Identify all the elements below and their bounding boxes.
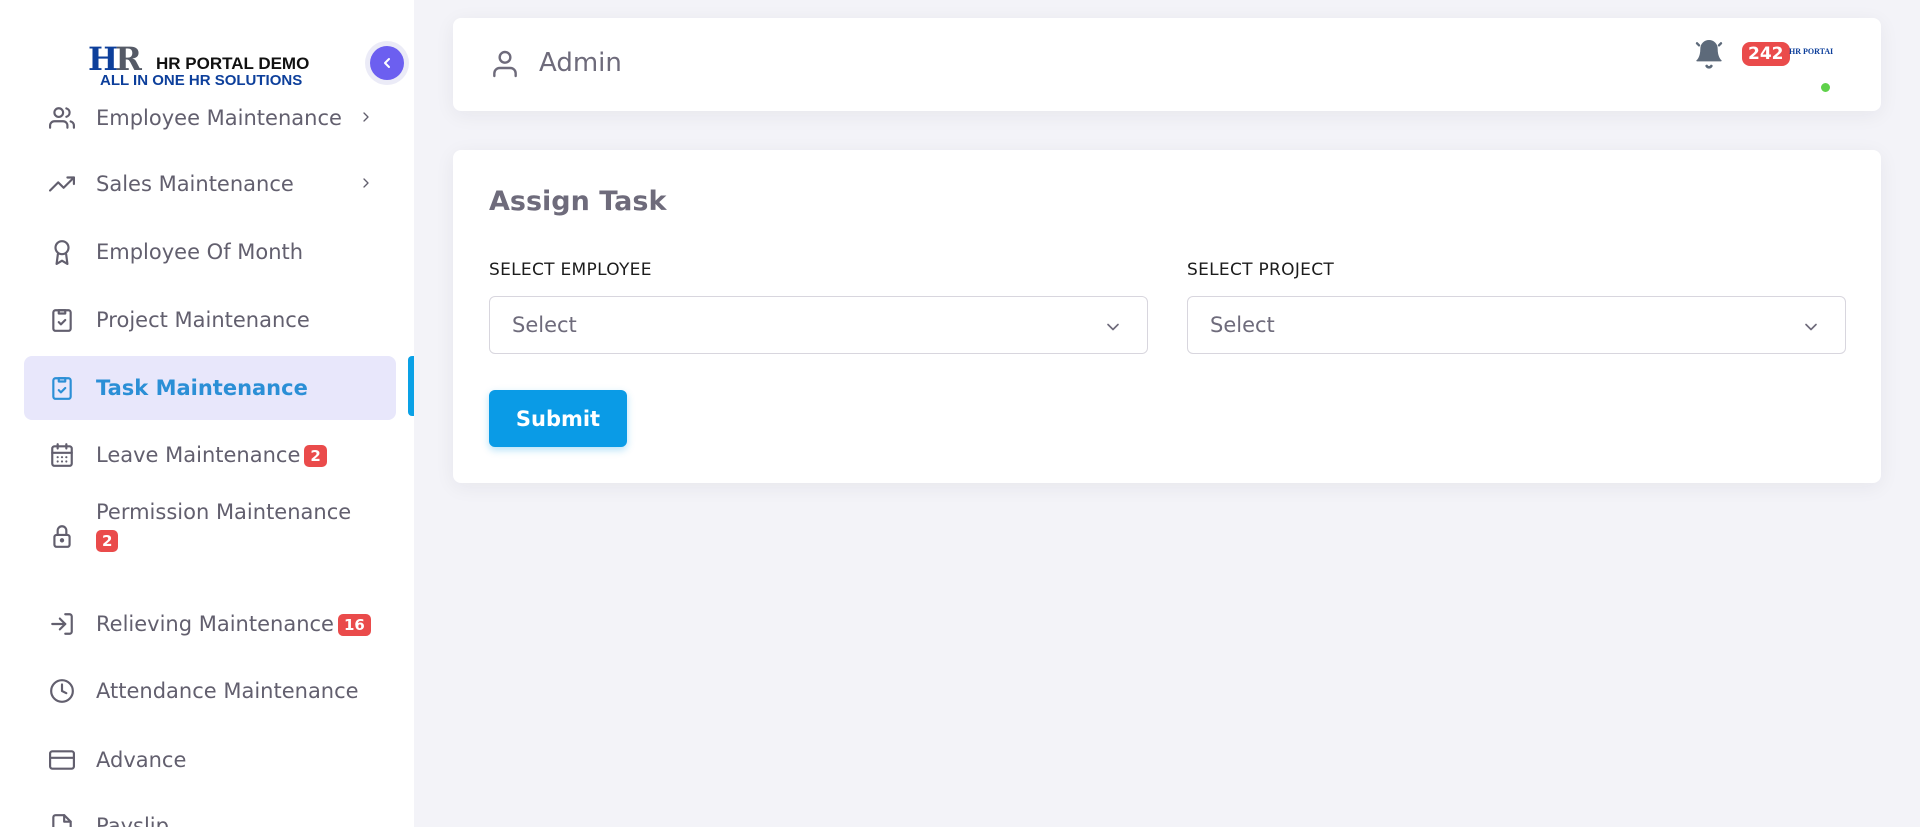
logo-mark: HR [88, 40, 142, 78]
sidebar-item-relieving-maintenance[interactable]: Relieving Maintenance 16 [24, 604, 396, 644]
sidebar-item-label: Leave Maintenance 2 [96, 443, 327, 467]
current-user-label: Admin [539, 48, 622, 78]
brand-tagline: ALL IN ONE HR SOLUTIONS [100, 72, 303, 89]
bell-icon[interactable] [1693, 38, 1725, 74]
sidebar-item-label: Employee Maintenance [96, 106, 342, 130]
relieving-count-badge: 16 [337, 614, 371, 636]
assign-task-card: Assign Task SELECT EMPLOYEE Select SELEC… [453, 150, 1881, 483]
select-employee-dropdown[interactable]: Select [489, 296, 1148, 354]
clipboard-check-icon [48, 306, 76, 334]
credit-card-icon [48, 746, 76, 774]
sidebar-item-attendance-maintenance[interactable]: Attendance Maintenance [24, 671, 396, 711]
user-icon [489, 48, 521, 84]
calendar-icon [48, 441, 76, 469]
sidebar-item-leave-maintenance[interactable]: Leave Maintenance 2 [24, 435, 396, 475]
permission-count-badge: 2 [96, 530, 119, 552]
avatar[interactable]: HR PORTAL DEMO [1789, 47, 1833, 61]
chevron-left-icon [370, 46, 404, 80]
notification-count-badge: 242 [1742, 42, 1790, 66]
select-project-value: Select [1210, 313, 1275, 337]
sidebar-item-label: Project Maintenance [96, 308, 310, 332]
chevron-down-icon [1103, 317, 1123, 341]
sidebar-item-task-maintenance[interactable]: Task Maintenance [24, 356, 396, 420]
log-in-icon [48, 610, 76, 638]
sidebar-item-employee-maintenance[interactable]: Employee Maintenance [24, 100, 396, 136]
online-status-dot [1819, 81, 1832, 94]
select-employee-label: SELECT EMPLOYEE [489, 260, 652, 280]
sidebar-item-label: Advance [96, 748, 187, 772]
card-title: Assign Task [489, 186, 667, 217]
clipboard-check-icon [48, 374, 76, 402]
clock-icon [48, 677, 76, 705]
sidebar-item-sales-maintenance[interactable]: Sales Maintenance [24, 164, 396, 204]
active-indicator [408, 356, 414, 416]
submit-button[interactable]: Submit [489, 390, 627, 447]
chevron-right-icon [358, 106, 374, 130]
sidebar-item-label: Relieving Maintenance 16 [96, 612, 371, 636]
sidebar-item-advance[interactable]: Advance [24, 740, 396, 780]
sidebar: HR HR PORTAL DEMO ALL IN ONE HR SOLUTION… [0, 0, 414, 827]
brand-logo[interactable]: HR HR PORTAL DEMO ALL IN ONE HR SOLUTION… [88, 42, 328, 92]
chevron-right-icon [358, 172, 374, 196]
sidebar-item-employee-of-month[interactable]: Employee Of Month [24, 232, 396, 272]
sidebar-item-payslip[interactable]: Payslip [24, 806, 396, 827]
select-employee-value: Select [512, 313, 577, 337]
lock-icon [48, 522, 76, 550]
file-icon [48, 812, 76, 827]
leave-count-badge: 2 [304, 445, 327, 467]
top-navbar: Admin 242 HR PORTAL DEMO [453, 18, 1881, 111]
sidebar-item-label: Attendance Maintenance [96, 679, 359, 703]
sidebar-item-label: Task Maintenance [96, 376, 308, 400]
select-project-label: SELECT PROJECT [1187, 260, 1335, 280]
sidebar-item-label: Payslip [96, 814, 169, 827]
sidebar-item-label: Permission Maintenance 2 [96, 500, 352, 552]
chevron-down-icon [1801, 317, 1821, 341]
award-icon [48, 238, 76, 266]
sidebar-item-permission-maintenance[interactable]: Permission Maintenance 2 [24, 500, 396, 574]
collapse-sidebar-button[interactable] [365, 41, 409, 85]
sidebar-item-label: Sales Maintenance [96, 172, 294, 196]
select-project-dropdown[interactable]: Select [1187, 296, 1846, 354]
users-icon [48, 104, 76, 132]
sidebar-item-project-maintenance[interactable]: Project Maintenance [24, 300, 396, 340]
sidebar-item-label: Employee Of Month [96, 240, 304, 264]
brand-name: HR PORTAL DEMO [156, 54, 310, 73]
trending-up-icon [48, 170, 76, 198]
